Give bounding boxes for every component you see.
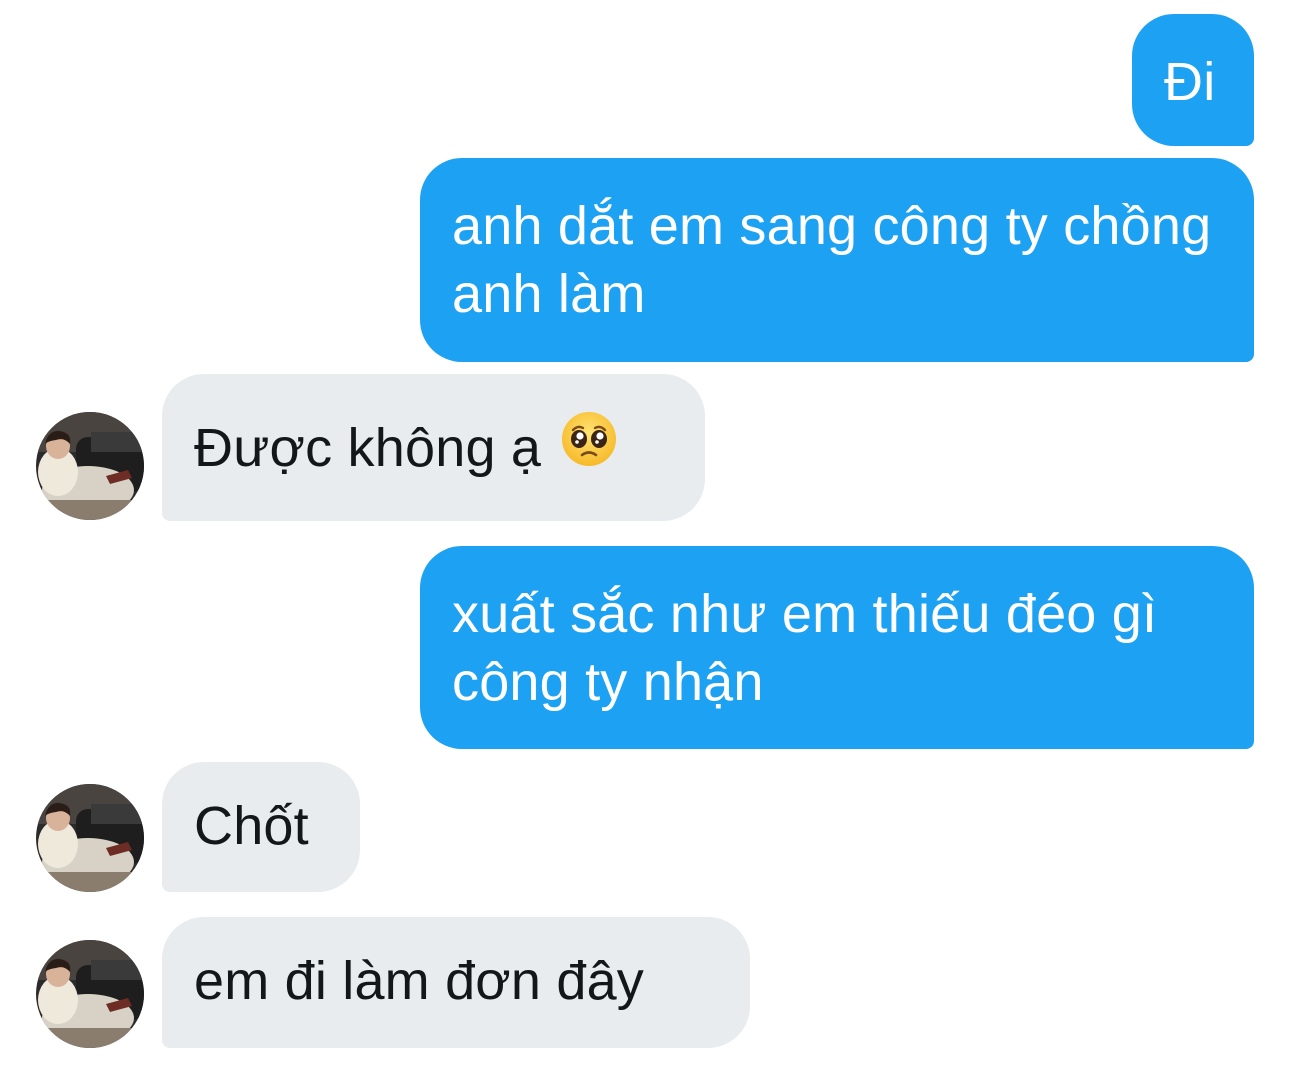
user-avatar-photo-icon — [36, 412, 144, 520]
incoming-message[interactable]: Được không ạ — [162, 374, 705, 521]
incoming-message[interactable]: em đi làm đơn đây — [162, 917, 750, 1048]
message-text: em đi làm đơn đây — [194, 951, 645, 1011]
outgoing-message[interactable]: xuất sắc như em thiếu đéo gì công ty nhậ… — [420, 546, 1254, 749]
contact-avatar[interactable] — [36, 412, 144, 520]
contact-avatar[interactable] — [36, 940, 144, 1048]
outgoing-message[interactable]: Đi — [1132, 14, 1254, 146]
contact-avatar[interactable] — [36, 784, 144, 892]
message-text: Đi — [1164, 52, 1216, 112]
conversation-thread: Đi anh dắt em sang công ty chồng anh làm… — [0, 0, 1290, 1090]
user-avatar-photo-icon — [36, 940, 144, 1048]
message-text: Chốt — [194, 796, 309, 856]
incoming-message[interactable]: Chốt — [162, 762, 360, 892]
user-avatar-photo-icon — [36, 784, 144, 892]
message-text: anh dắt em sang công ty chồng anh làm — [452, 196, 1227, 324]
pleading-face-emoji-icon — [560, 410, 618, 484]
message-text: xuất sắc như em thiếu đéo gì công ty nhậ… — [452, 584, 1173, 712]
outgoing-message[interactable]: anh dắt em sang công ty chồng anh làm — [420, 158, 1254, 362]
message-text: Được không ạ — [194, 418, 542, 478]
